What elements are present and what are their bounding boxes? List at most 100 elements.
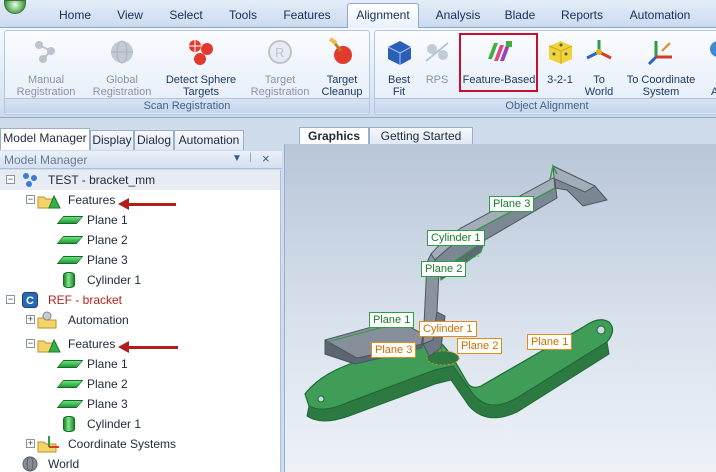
expand-icon[interactable]: +	[26, 315, 35, 324]
tab-home[interactable]: Home	[52, 6, 98, 28]
three-two-one-button[interactable]: 3-2-1	[541, 33, 579, 99]
to-coordinate-system-icon	[647, 41, 672, 66]
to-world-button[interactable]: To World	[579, 33, 619, 99]
tab-blade[interactable]: Blade	[498, 6, 542, 28]
bracket-model-render	[304, 163, 614, 422]
test-plane-3-label: Plane 3	[489, 196, 535, 212]
item-label: Cylinder 1	[87, 417, 142, 431]
svg-text:R: R	[275, 45, 284, 60]
ribbon-tab-bar: Home View Select Tools Features Alignmen…	[0, 0, 716, 29]
global-registration-button[interactable]: Global Registration	[87, 33, 157, 99]
tab-automation[interactable]: Automation	[624, 6, 696, 28]
tab-features[interactable]: Features	[278, 6, 336, 28]
world-icon	[22, 456, 38, 472]
cylinder-icon	[63, 272, 75, 288]
graphics-viewport[interactable]: Plane 3 Cylinder 1 Plane 2 Plane 1 Cylin…	[284, 144, 716, 472]
tab-view[interactable]: View	[108, 6, 152, 28]
tab-getting-started[interactable]: Getting Started	[369, 127, 473, 145]
ref-model-label: REF - bracket	[48, 293, 123, 307]
detect-sphere-targets-button[interactable]: Detect Sphere Targets	[161, 33, 241, 99]
world-label: World	[48, 457, 80, 471]
cad-model-icon: C	[22, 292, 38, 308]
align-icon	[710, 41, 716, 57]
target-registration-label: Target Registration	[250, 74, 310, 98]
tab-select[interactable]: Select	[162, 6, 210, 28]
model-manager-title: Model Manager	[4, 153, 88, 167]
rps-icon	[425, 42, 449, 62]
to-world-icon	[586, 40, 612, 60]
model-tree: − TEST - bracket_mm − Features Plane 1 P…	[0, 170, 281, 472]
plane-icon	[56, 400, 84, 408]
ref-plane-1-label: Plane 1	[527, 334, 573, 350]
collapse-icon[interactable]: −	[6, 295, 15, 304]
coordinate-system-icon	[37, 436, 59, 453]
feature-based-highlight	[459, 33, 538, 92]
tree-item-test-model[interactable]: − TEST - bracket_mm	[0, 170, 280, 190]
ref-plane-3-label: Plane 3	[371, 342, 417, 358]
manual-registration-icon	[35, 41, 55, 63]
ribbon-panel: Manual Registration Global Registration De…	[0, 28, 716, 118]
cylinder-icon	[63, 416, 75, 432]
graphics-tab-bar: Graphics Getting Started	[283, 124, 716, 145]
plane-icon	[56, 380, 84, 388]
test-cylinder-1-label: Cylinder 1	[427, 230, 485, 246]
best-fit-icon	[387, 41, 412, 65]
scan-registration-group: Manual Registration Global Registration De…	[4, 30, 370, 115]
svg-text:C: C	[26, 295, 34, 307]
tab-model-manager[interactable]: Model Manager	[0, 128, 90, 150]
ref-features-label: Features	[68, 337, 116, 351]
target-cleanup-button[interactable]: Target Cleanup	[317, 33, 367, 99]
close-icon[interactable]: ×	[262, 151, 270, 166]
test-features-label: Features	[68, 193, 116, 207]
tab-left-automation[interactable]: Automation	[174, 130, 244, 150]
tab-dialog[interactable]: Dialog	[134, 130, 174, 150]
detect-sphere-icon	[188, 39, 213, 65]
plane-icon	[56, 360, 84, 368]
pin-icon[interactable]: ᛁ	[247, 152, 254, 164]
global-registration-label: Global Registration	[92, 74, 152, 98]
object-alignment-group: Best Fit RPS Feature-Based 3-2-1 To Worl…	[374, 30, 716, 115]
test-plane-1-label: Plane 1	[369, 312, 415, 328]
tab-analysis[interactable]: Analysis	[430, 6, 486, 28]
three-two-one-label: 3-2-1	[547, 74, 573, 86]
item-label: Plane 3	[87, 397, 128, 411]
tab-reports[interactable]: Reports	[554, 6, 610, 28]
expand-icon[interactable]: +	[26, 439, 35, 448]
dropdown-icon[interactable]: ▼	[232, 153, 242, 164]
to-coordinate-system-button[interactable]: To Coordinate System	[621, 33, 701, 99]
collapse-icon[interactable]: −	[26, 339, 35, 348]
best-fit-label: Best Fit	[387, 74, 410, 98]
left-panel-tabs: Model Manager Display Dialog Automation	[0, 128, 282, 150]
automation-folder-icon	[37, 311, 57, 329]
item-label: Plane 1	[87, 213, 128, 227]
item-label: Plane 3	[87, 253, 128, 267]
target-registration-button[interactable]: R Target Registration	[245, 33, 315, 99]
tab-display[interactable]: Display	[90, 130, 134, 150]
ref-cylinder-1-label: Cylinder 1	[419, 321, 477, 337]
ref-automation-label: Automation	[68, 313, 129, 327]
item-label: Cylinder 1	[87, 273, 142, 287]
scan-registration-label: Scan Registration	[5, 98, 369, 113]
plane-icon	[56, 256, 84, 264]
features-folder-icon	[37, 338, 61, 353]
ref-plane-2-label: Plane 2	[457, 338, 503, 354]
item-label: Plane 2	[87, 233, 128, 247]
collapse-icon[interactable]: −	[6, 175, 15, 184]
tab-alignment[interactable]: Alignment	[347, 3, 419, 29]
tab-graphics[interactable]: Graphics	[299, 127, 369, 145]
tab-tools[interactable]: Tools	[220, 6, 266, 28]
rps-button[interactable]: RPS	[421, 33, 453, 99]
global-registration-icon	[111, 40, 133, 64]
to-coordinate-system-label: To Coordinate System	[626, 74, 696, 98]
application-menu-button[interactable]	[4, 0, 26, 14]
test-model-label: TEST - bracket_mm	[48, 173, 156, 187]
mesh-model-icon	[23, 173, 37, 187]
collapse-icon[interactable]: −	[26, 195, 35, 204]
best-fit-button[interactable]: Best Fit	[379, 33, 419, 99]
align-more-button[interactable]: A	[705, 33, 716, 99]
rps-label: RPS	[425, 74, 449, 86]
coordinate-systems-label: Coordinate Systems	[68, 437, 177, 451]
manual-registration-button[interactable]: Manual Registration	[11, 33, 81, 99]
to-world-label: To World	[584, 74, 614, 98]
target-cleanup-icon	[328, 37, 352, 64]
